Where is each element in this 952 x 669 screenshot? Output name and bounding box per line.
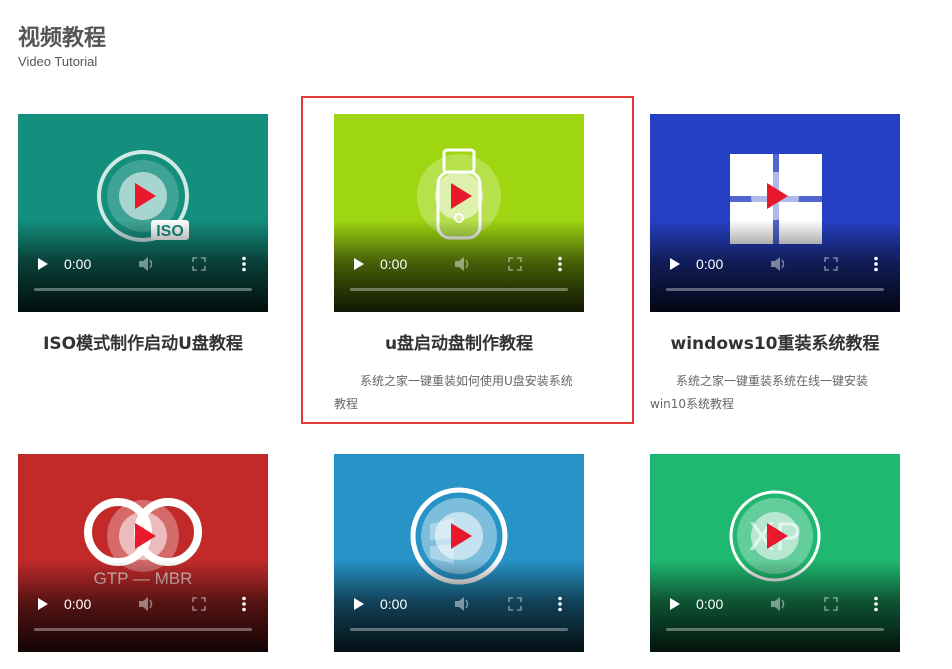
tutorial-card[interactable]: 0:00 u盘启动盘制作教程 系统之家一键重装如何使用U盘安装系统教程 <box>334 114 584 416</box>
tutorial-card[interactable]: XP 0:00 <box>650 454 900 652</box>
progress-bar[interactable] <box>34 288 252 291</box>
progress-bar[interactable] <box>350 628 568 631</box>
progress-bar[interactable] <box>666 628 884 631</box>
video-player[interactable]: 0:00 <box>650 114 900 312</box>
progress-bar[interactable] <box>666 288 884 291</box>
volume-icon[interactable] <box>768 252 790 276</box>
play-button[interactable] <box>350 592 368 616</box>
fullscreen-icon[interactable] <box>504 592 526 616</box>
time-display: 0:00 <box>696 256 724 272</box>
time-display: 0:00 <box>380 596 408 612</box>
tutorial-card[interactable]: 0:00 <box>334 454 584 652</box>
section-header: 视频教程 Video Tutorial <box>18 24 106 70</box>
volume-icon[interactable] <box>452 592 474 616</box>
card-description: 系统之家一键重装如何使用U盘安装系统教程 <box>334 374 573 411</box>
more-options-icon[interactable] <box>552 252 568 276</box>
card-title[interactable]: u盘启动盘制作教程 <box>334 332 584 356</box>
time-display: 0:00 <box>380 256 408 272</box>
fullscreen-icon[interactable] <box>188 252 210 276</box>
card-title[interactable]: ISO模式制作启动U盘教程 <box>18 332 268 356</box>
play-button[interactable] <box>34 252 52 276</box>
fullscreen-icon[interactable] <box>820 252 842 276</box>
tutorial-card[interactable]: GTP — MBR 0:00 <box>18 454 268 652</box>
progress-bar[interactable] <box>350 288 568 291</box>
section-subtitle: Video Tutorial <box>18 54 98 69</box>
volume-icon[interactable] <box>136 592 158 616</box>
volume-icon[interactable] <box>136 252 158 276</box>
card-title[interactable]: windows10重装系统教程 <box>650 332 900 356</box>
more-options-icon[interactable] <box>868 252 884 276</box>
volume-icon[interactable] <box>452 252 474 276</box>
progress-bar[interactable] <box>34 628 252 631</box>
time-display: 0:00 <box>696 596 724 612</box>
tutorial-card[interactable]: 0:00 windows10重装系统教程 系统之家一键重装系统在线一键安装win… <box>650 114 900 416</box>
video-player[interactable]: 0:00 <box>334 114 584 312</box>
play-button[interactable] <box>34 592 52 616</box>
time-display: 0:00 <box>64 256 92 272</box>
section-title: 视频教程 <box>18 26 107 51</box>
fullscreen-icon[interactable] <box>820 592 842 616</box>
video-player[interactable]: 0:00 <box>334 454 584 652</box>
volume-icon[interactable] <box>768 592 790 616</box>
more-options-icon[interactable] <box>868 592 884 616</box>
video-player[interactable]: GTP — MBR 0:00 <box>18 454 268 652</box>
play-button[interactable] <box>666 592 684 616</box>
more-options-icon[interactable] <box>552 592 568 616</box>
video-player[interactable]: ISO 0:00 <box>18 114 268 312</box>
play-button[interactable] <box>350 252 368 276</box>
fullscreen-icon[interactable] <box>504 252 526 276</box>
more-options-icon[interactable] <box>236 252 252 276</box>
fullscreen-icon[interactable] <box>188 592 210 616</box>
more-options-icon[interactable] <box>236 592 252 616</box>
video-player[interactable]: XP 0:00 <box>650 454 900 652</box>
time-display: 0:00 <box>64 596 92 612</box>
tutorial-card[interactable]: ISO 0:00 ISO模式制作启动U盘教程 <box>18 114 268 370</box>
card-description: 系统之家一键重装系统在线一键安装win10系统教程 <box>650 374 869 411</box>
play-button[interactable] <box>666 252 684 276</box>
